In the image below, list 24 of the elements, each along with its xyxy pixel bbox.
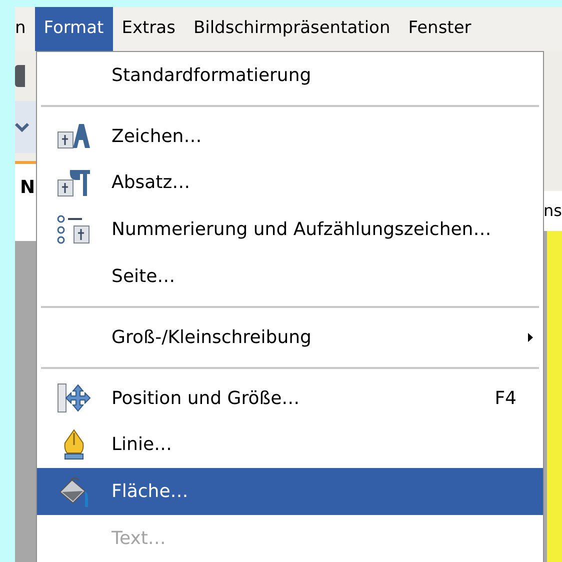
paragraph-icon [57,168,92,198]
submenu-arrow-icon [528,332,533,342]
character-format-icon [57,122,92,150]
menu-bar-item[interactable]: Fenster [399,7,480,51]
move-arrows-icon [57,383,92,414]
menu-item[interactable]: Absatz… [36,160,543,206]
tab-label: N [20,176,36,200]
menu-bar-item[interactable]: Bildschirmpräsentation [184,7,400,51]
menu-item[interactable]: Linie… [36,422,543,468]
menu-item[interactable]: Groß-/Kleinschreibung [36,314,543,361]
menu-bar-item[interactable]: Extras [112,7,184,51]
menu-item[interactable]: Seite… [36,253,543,300]
menu-bar-item[interactable]: Format [34,7,113,51]
menu-item[interactable]: Position und Größe… F4 [36,374,543,422]
pen-nib-icon [62,428,86,461]
document-tab[interactable]: N [15,161,36,241]
menu-item[interactable]: Zeichen… [36,112,543,160]
menu-item[interactable]: Standardformatierung [36,52,543,99]
menu-item[interactable]: Nummerierung und Aufzählungszeichen… [36,206,543,254]
bullet-list-icon [57,214,92,245]
chevron-down-icon[interactable] [15,122,29,132]
menu-item[interactable]: Fläche… [36,468,543,516]
menu-bar-item[interactable]: n [15,7,35,51]
dropdown-field[interactable] [15,101,36,153]
